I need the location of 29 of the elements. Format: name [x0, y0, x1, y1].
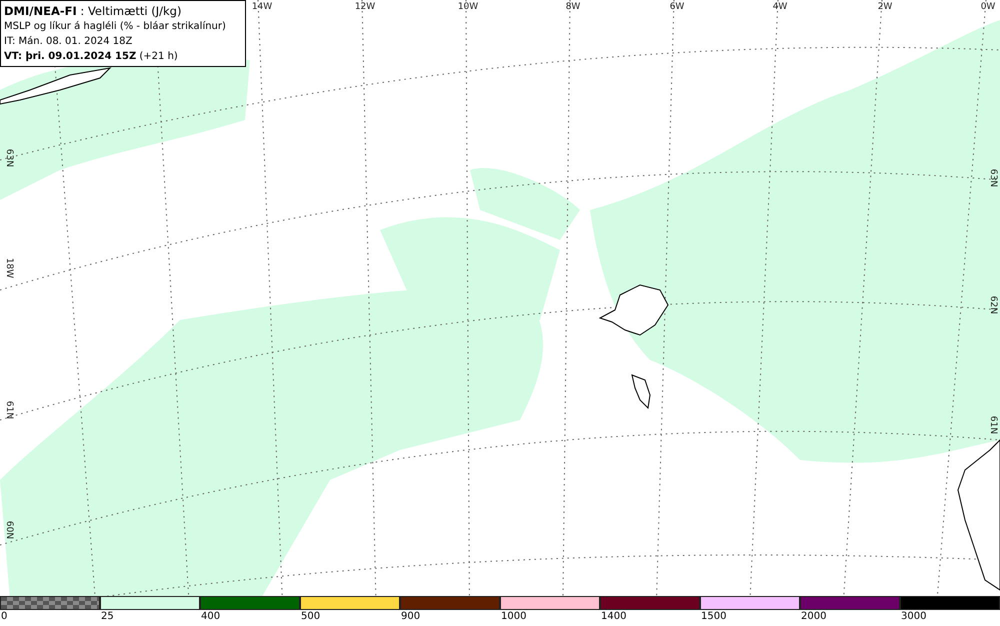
- legend-label: 900: [400, 610, 422, 624]
- longitude-label: 8W: [566, 2, 580, 12]
- legend-label: 1400: [600, 610, 628, 624]
- legend-label: 1000: [500, 610, 528, 624]
- grid-label: 61N: [4, 400, 14, 420]
- grid-label: 60N: [4, 520, 14, 540]
- legend-label: 400: [200, 610, 222, 624]
- legend-label: 25: [100, 610, 115, 624]
- longitude-label: 6W: [670, 2, 684, 12]
- longitude-label: 10W: [458, 2, 478, 12]
- title-line: VT: þri. 09.01.2024 15Z (+21 h): [4, 50, 179, 64]
- latitude-label: 63N: [988, 168, 998, 188]
- legend-label: 500: [300, 610, 322, 624]
- legend-label: 2000: [800, 610, 828, 624]
- longitude-label: 4W: [772, 2, 788, 12]
- title-line: IT: Mán. 08. 01. 2024 18Z: [4, 35, 134, 49]
- longitude-label: 2W: [878, 2, 892, 12]
- title-line: MSLP og líkur á hagléli (% - bláar strikalínur): [4, 20, 227, 34]
- longitude-label: 12W: [354, 2, 376, 12]
- grid-label: 63N: [4, 148, 14, 168]
- title-line: DMI/NEA-FI : Veltimætti (J/kg): [4, 4, 182, 19]
- legend-label: 3000: [900, 610, 928, 624]
- legend-label: 0: [0, 610, 8, 624]
- legend-label: 1500: [700, 610, 728, 624]
- grid-label: 18W: [4, 258, 14, 278]
- longitude-label: 0W: [980, 2, 996, 12]
- latitude-label: 62N: [988, 296, 998, 314]
- latitude-label: 61N: [988, 416, 998, 434]
- longitude-label: 14W: [252, 2, 272, 12]
